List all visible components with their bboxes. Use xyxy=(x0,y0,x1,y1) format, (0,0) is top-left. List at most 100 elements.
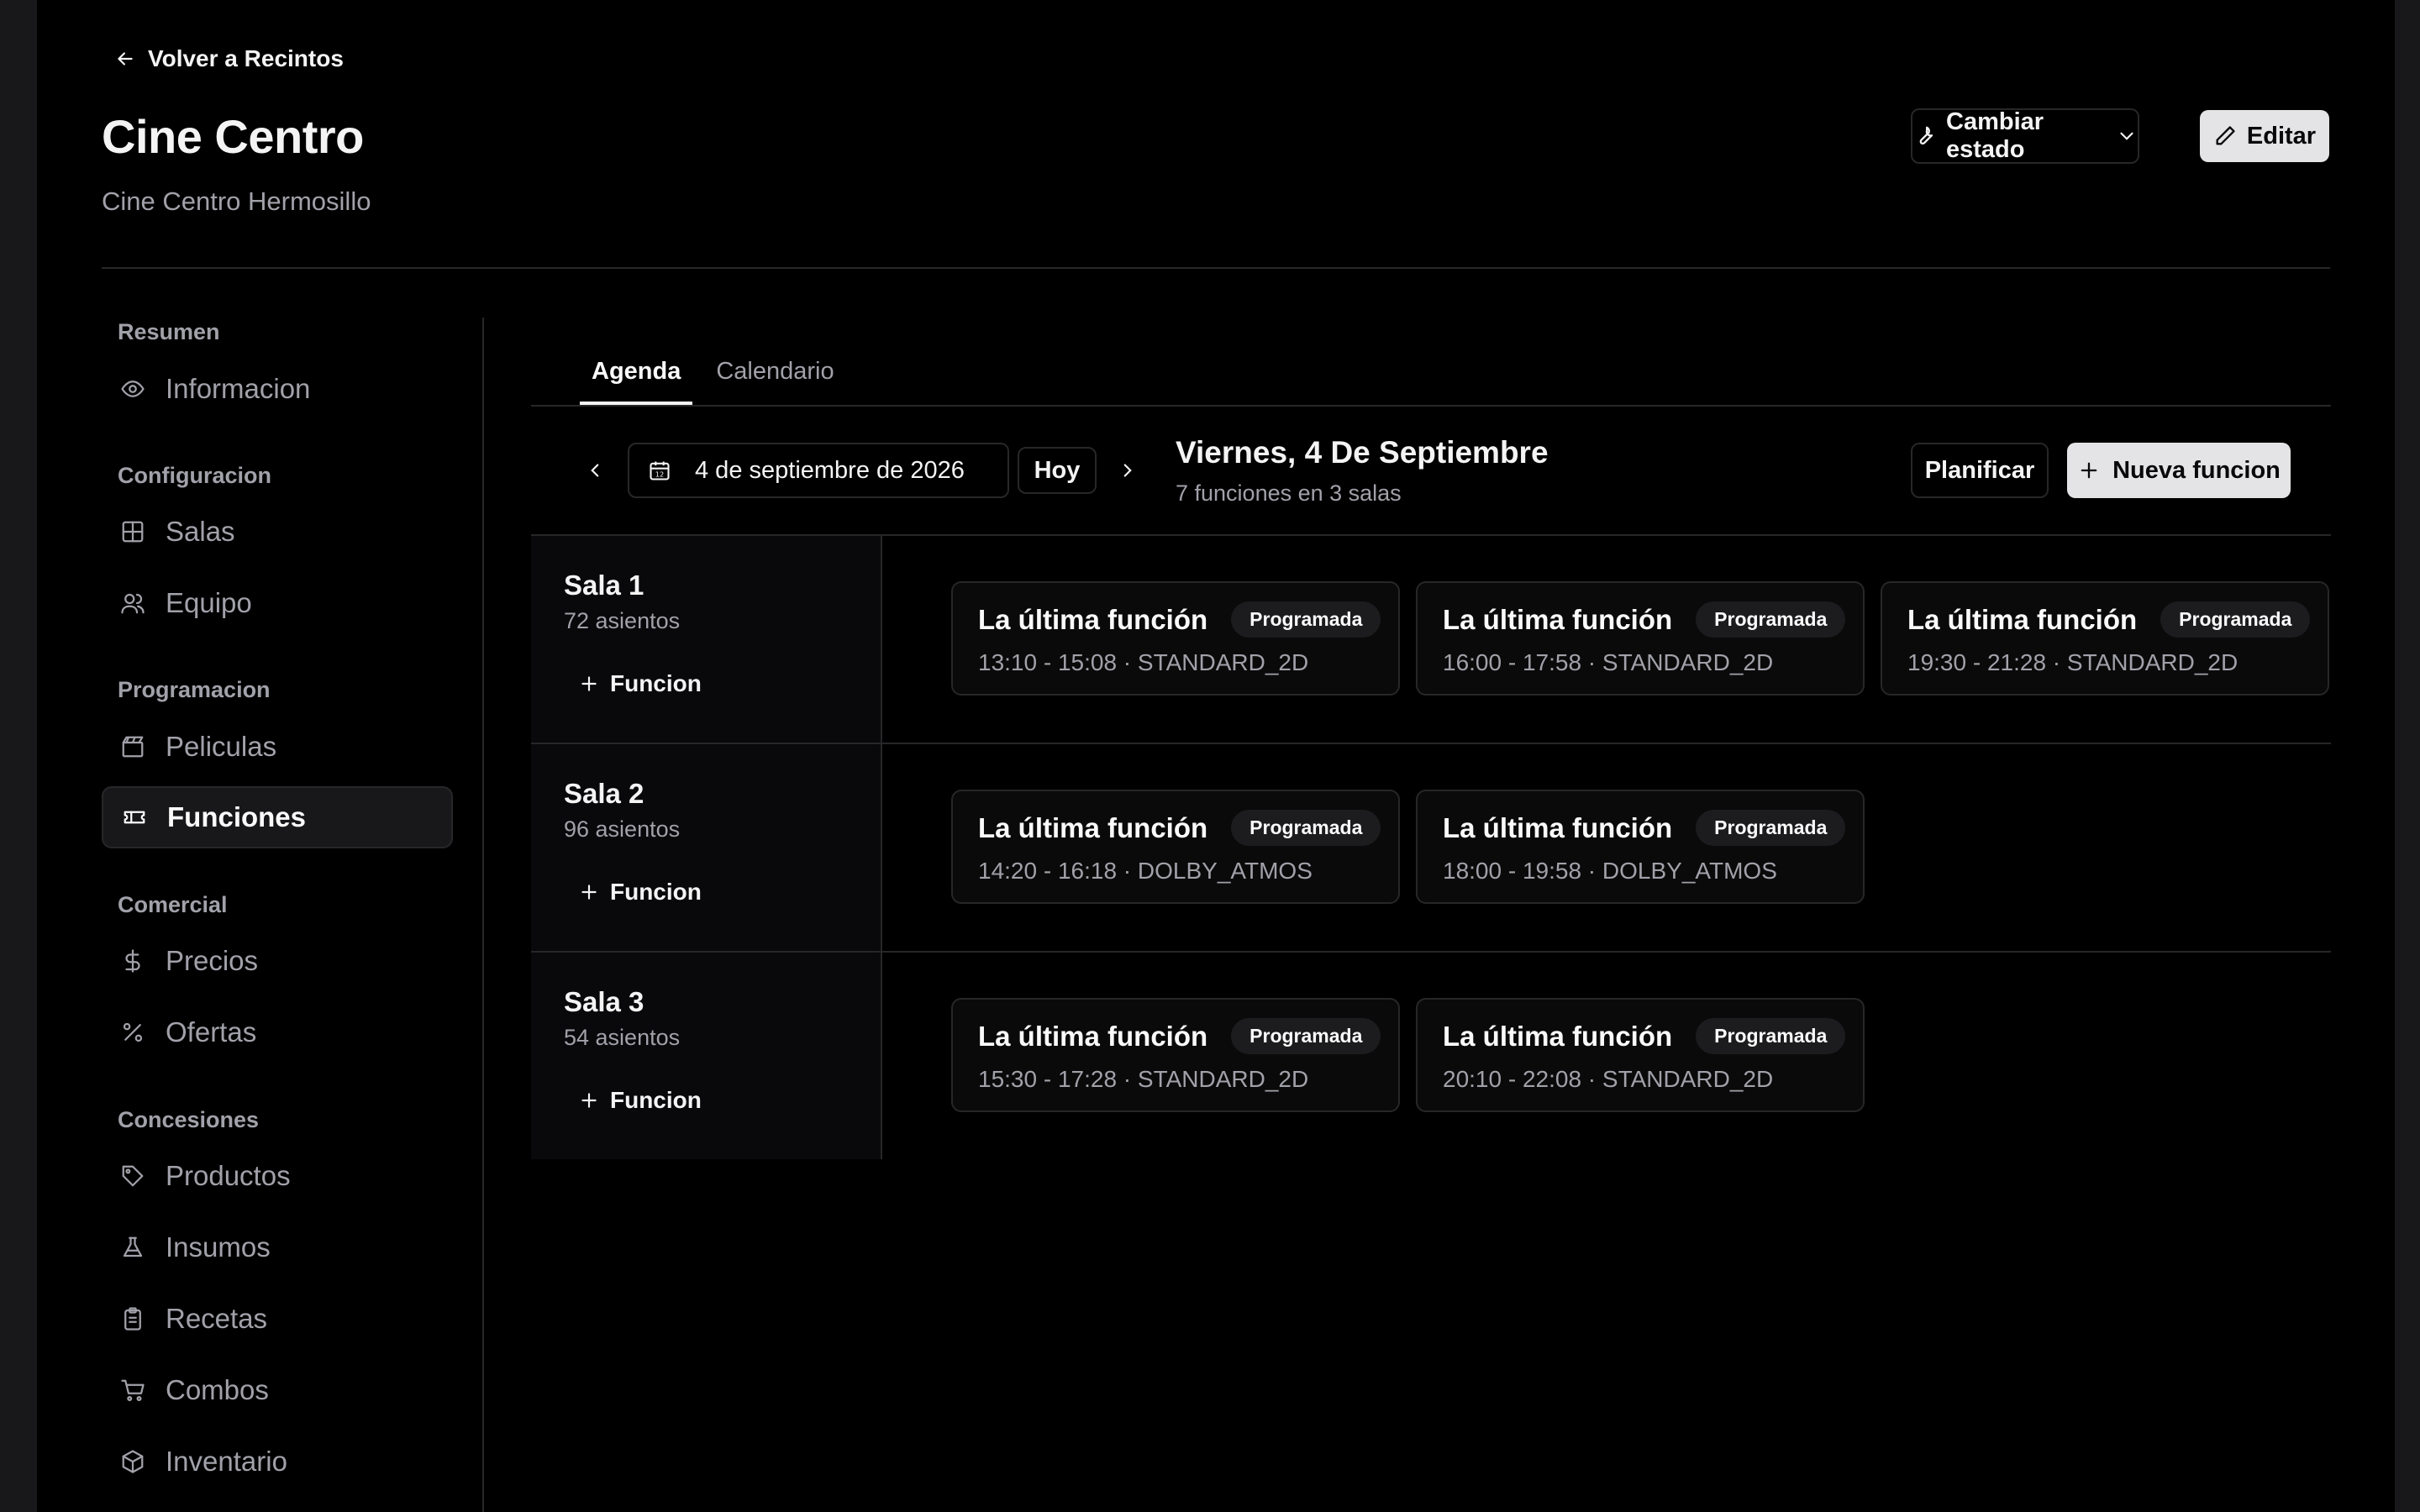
status-badge: Programada xyxy=(1231,1018,1381,1054)
function-card-header: La última función Programada xyxy=(1907,601,2328,638)
sidebar-item-equipo[interactable]: Equipo xyxy=(102,572,453,634)
edit-button[interactable]: Editar xyxy=(2200,110,2329,162)
plus-icon xyxy=(581,676,597,691)
arrow-left-icon xyxy=(118,52,133,66)
view-tabs: Agenda Calendario xyxy=(580,336,858,405)
tabs-divider xyxy=(531,405,2331,407)
plus-icon xyxy=(581,885,597,900)
function-title: La última función xyxy=(978,1020,1208,1052)
sidebar-item-label: Peliculas xyxy=(166,731,277,762)
room-row-divider xyxy=(531,951,2331,953)
sidebar-group-title: Resumen xyxy=(118,319,220,344)
sidebar-item-productos[interactable]: Productos xyxy=(102,1145,453,1207)
svg-text:12: 12 xyxy=(655,470,664,479)
next-day-button[interactable] xyxy=(1111,454,1144,487)
sidebar-item-funciones[interactable]: Funciones xyxy=(102,786,453,848)
grid-icon xyxy=(122,521,144,543)
sidebar-item-label: Equipo xyxy=(166,587,252,618)
ticket-icon xyxy=(124,811,145,824)
function-time-format: 16:00 - 17:58 · STANDARD_2D xyxy=(1443,649,1774,675)
sidebar-item-precios[interactable]: Precios xyxy=(102,930,453,992)
function-card[interactable]: La última función Programada 19:30 - 21:28… xyxy=(1881,581,2329,696)
room-name: Sala 3 xyxy=(564,986,644,1017)
rooms-column-divider xyxy=(881,536,882,1159)
sidebar-item-informacion[interactable]: Informacion xyxy=(102,358,453,420)
function-time-format: 14:20 - 16:18 · DOLBY_ATMOS xyxy=(978,858,1313,884)
function-card[interactable]: La última función Programada 18:00 - 19:58… xyxy=(1416,790,1865,904)
change-state-button[interactable]: Cambiar estado xyxy=(1911,108,2139,164)
sidebar-item-label: Informacion xyxy=(166,373,311,404)
status-badge: Programada xyxy=(1696,601,1846,638)
sidebar-item-combos[interactable]: Combos xyxy=(102,1359,453,1421)
room-name: Sala 2 xyxy=(564,778,644,809)
sidebar-group-title: Programacion xyxy=(118,677,271,702)
clipboard-icon xyxy=(124,1307,141,1331)
room-seats: 96 asientos xyxy=(564,816,681,842)
box-icon xyxy=(122,1450,144,1473)
sidebar-item-salas[interactable]: Salas xyxy=(102,501,453,563)
wrench-icon xyxy=(1919,126,1933,144)
sidebar-item-label: Recetas xyxy=(166,1303,268,1334)
clapperboard-icon xyxy=(122,736,144,758)
function-time-format: 19:30 - 21:28 · STANDARD_2D xyxy=(1907,649,2238,675)
percent-icon xyxy=(123,1022,143,1042)
window-edge-left xyxy=(0,0,37,1512)
calendar-icon: 12 xyxy=(650,461,670,480)
dollar-icon xyxy=(125,949,140,973)
date-picker[interactable]: 12 4 de septiembre de 2026 xyxy=(628,443,1009,498)
add-function-button[interactable]: Funcion xyxy=(578,879,702,906)
function-card[interactable]: La última función Programada 13:10 - 15:08… xyxy=(951,581,1400,696)
status-badge: Programada xyxy=(1231,601,1381,638)
eye-icon xyxy=(121,381,145,397)
function-card-header: La última función Programada xyxy=(978,1018,1398,1054)
sidebar-item-peliculas[interactable]: Peliculas xyxy=(102,716,453,778)
back-to-venues-link[interactable]: Volver a Recintos xyxy=(114,45,344,72)
today-button[interactable]: Hoy xyxy=(1018,447,1097,494)
room-name: Sala 1 xyxy=(564,570,644,601)
function-card-header: La última función Programada xyxy=(978,810,1398,846)
new-function-label: Nueva funcion xyxy=(2112,456,2281,484)
function-card-header: La última función Programada xyxy=(1443,810,1863,846)
sidebar-item-label: Salas xyxy=(166,516,235,547)
add-function-label: Funcion xyxy=(610,670,702,696)
add-function-button[interactable]: Funcion xyxy=(578,1087,702,1114)
function-card-header: La última función Programada xyxy=(978,601,1398,638)
sidebar-item-label: Productos xyxy=(166,1160,291,1191)
function-time-format: 20:10 - 22:08 · STANDARD_2D xyxy=(1443,1066,1774,1092)
window-edge-right xyxy=(2395,0,2420,1512)
new-function-button[interactable]: Nueva funcion xyxy=(2067,443,2291,498)
chevron-right-icon xyxy=(1123,464,1132,477)
function-time-format: 18:00 - 19:58 · DOLBY_ATMOS xyxy=(1443,858,1777,884)
tag-icon xyxy=(122,1165,144,1187)
day-heading: Viernes, 4 De Septiembre xyxy=(1176,435,1549,470)
sidebar-item-label: Ofertas xyxy=(166,1016,257,1047)
function-title: La última función xyxy=(1907,603,2138,635)
function-time-format: 13:10 - 15:08 · STANDARD_2D xyxy=(978,649,1309,675)
tab-agenda[interactable]: Agenda xyxy=(580,336,693,405)
function-card-header: La última función Programada xyxy=(1443,1018,1863,1054)
sidebar-item-insumos[interactable]: Insumos xyxy=(102,1216,453,1278)
status-badge: Programada xyxy=(2160,601,2311,638)
sidebar-item-label: Insumos xyxy=(166,1231,271,1263)
tab-calendario[interactable]: Calendario xyxy=(704,336,845,405)
users-icon xyxy=(121,593,145,614)
cart-icon xyxy=(121,1379,145,1401)
page-subtitle: Cine Centro Hermosillo xyxy=(102,186,371,216)
flask-icon xyxy=(123,1236,143,1257)
sidebar-item-recetas[interactable]: Recetas xyxy=(102,1288,453,1350)
function-card[interactable]: La última función Programada 20:10 - 22:08… xyxy=(1416,998,1865,1112)
sidebar-group-title: Configuracion xyxy=(118,463,271,488)
sidebar-group-title: Concesiones xyxy=(118,1107,260,1132)
function-card[interactable]: La última función Programada 16:00 - 17:58… xyxy=(1416,581,1865,696)
function-card-header: La última función Programada xyxy=(1443,601,1863,638)
sidebar-item-ofertas[interactable]: Ofertas xyxy=(102,1001,453,1063)
function-card[interactable]: La última función Programada 15:30 - 17:28… xyxy=(951,998,1400,1112)
function-card[interactable]: La última función Programada 14:20 - 16:18… xyxy=(951,790,1400,904)
edit-label: Editar xyxy=(2246,122,2317,150)
sidebar-item-inventario[interactable]: Inventario xyxy=(102,1431,453,1493)
previous-day-button[interactable] xyxy=(578,454,612,487)
plan-button[interactable]: Planificar xyxy=(1911,443,2049,498)
add-function-button[interactable]: Funcion xyxy=(578,670,702,697)
function-title: La última función xyxy=(978,603,1208,635)
chevron-down-icon xyxy=(2120,132,2133,140)
